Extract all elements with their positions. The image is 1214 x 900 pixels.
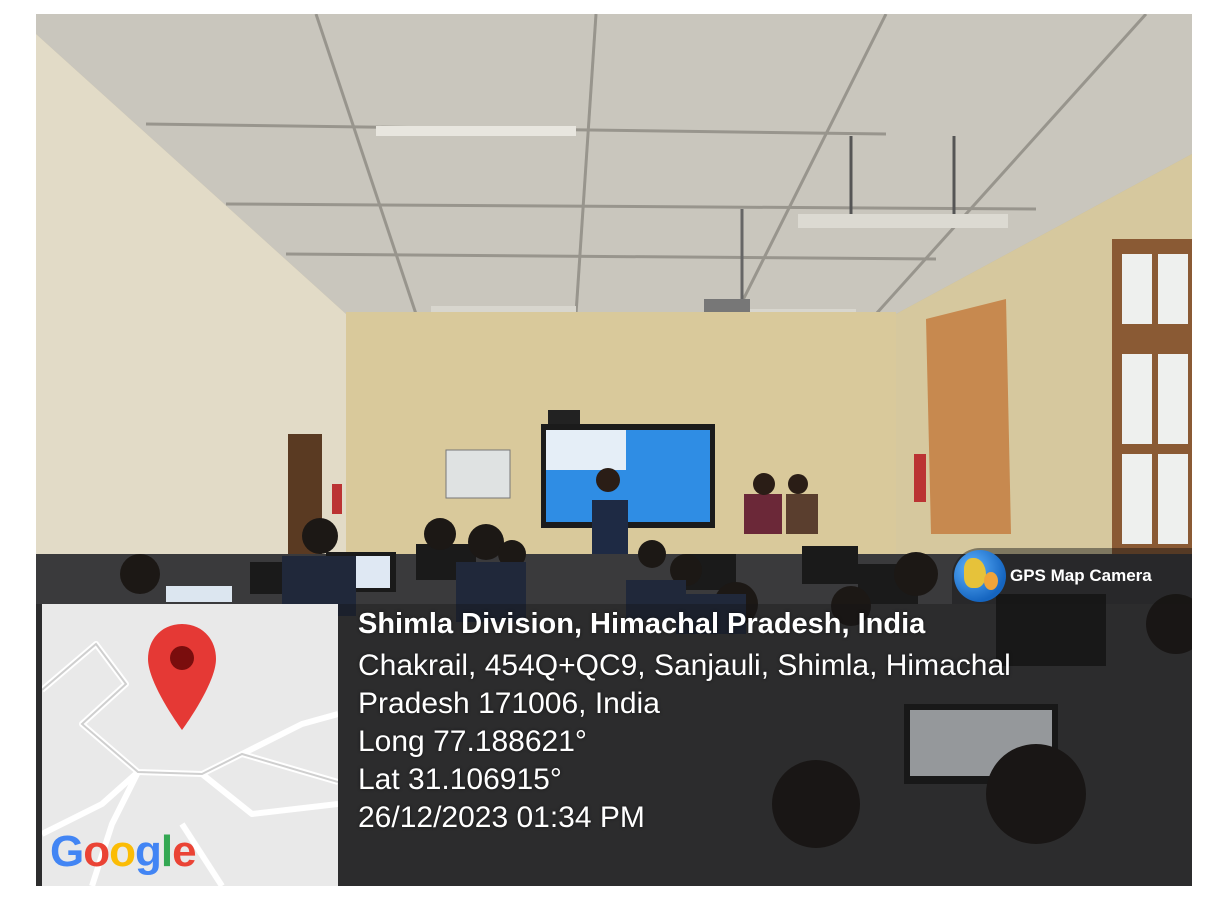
latitude-value: Lat 31.106915°: [358, 763, 562, 796]
globe-icon: [954, 550, 1006, 602]
map-thumbnail: Google: [42, 604, 338, 886]
location-title: Shimla Division, Himachal Pradesh, India: [358, 608, 926, 640]
longitude-value: Long 77.188621°: [358, 725, 587, 758]
badge-label: GPS Map Camera: [1010, 566, 1152, 585]
address-line-1: Chakrail, 454Q+QC9, Sanjauli, Shimla, Hi…: [358, 649, 1011, 682]
gps-map-camera-badge: GPS Map Camera: [952, 548, 1192, 604]
map-pin-icon: [148, 624, 216, 730]
location-info: Shimla Division, Himachal Pradesh, India…: [358, 608, 1011, 837]
photo-frame: GPS Map Camera Google Shimla Division, H…: [36, 14, 1192, 886]
address-line-2: Pradesh 171006, India: [358, 687, 660, 720]
google-logo: Google: [50, 827, 197, 876]
datetime-value: 26/12/2023 01:34 PM: [358, 801, 645, 834]
